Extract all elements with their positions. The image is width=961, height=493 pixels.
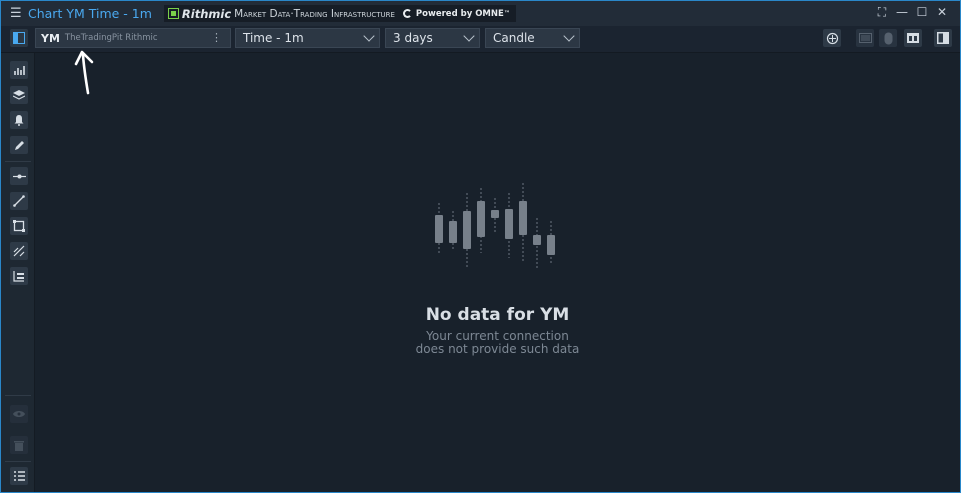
bell-icon: [14, 114, 24, 126]
brand-tagline: Market Data·Trading Infrastructure: [234, 7, 395, 20]
indicators-icon: [13, 65, 25, 75]
object-list-button[interactable]: [10, 267, 28, 285]
trend-line-tool[interactable]: [10, 192, 28, 210]
mouse-button[interactable]: [879, 29, 897, 47]
chevron-down-icon: [563, 30, 575, 42]
range-dropdown[interactable]: 3 days: [385, 28, 480, 48]
template-button[interactable]: [904, 29, 922, 47]
fullscreen-icon[interactable]: ⛶: [872, 5, 892, 20]
chart-style-value: Candle: [493, 31, 535, 45]
maximize-icon[interactable]: ☐: [912, 5, 932, 20]
close-icon[interactable]: ✕: [932, 5, 952, 20]
chart-window: ☰ Chart YM Time - 1m Rithmic Market Data…: [0, 0, 961, 493]
rectangle-icon: [13, 220, 25, 232]
keyboard-icon: [858, 33, 872, 43]
rectangle-tool[interactable]: [10, 217, 28, 235]
sidebar-divider: [5, 161, 31, 162]
handdrawn-arrow-annotation: [74, 50, 94, 95]
indicators-button[interactable]: [10, 61, 28, 79]
minimize-icon[interactable]: —: [892, 5, 912, 20]
crosshair-icon: [826, 32, 838, 44]
omne-badge: Powered by OMNE ™: [402, 8, 510, 19]
menu-list-button[interactable]: [10, 467, 28, 485]
horizontal-line-icon: [12, 174, 26, 178]
symbol-selector[interactable]: YM TheTradingPit Rithmic ⋮: [35, 28, 231, 48]
connection-name: TheTradingPit Rithmic: [64, 33, 158, 43]
omne-trademark: ™: [503, 10, 510, 17]
right-panel-icon: [937, 32, 949, 44]
right-panel-toggle-button[interactable]: [934, 29, 952, 47]
chevron-down-icon: [463, 30, 475, 42]
visibility-button[interactable]: [10, 405, 28, 423]
timeframe-dropdown[interactable]: Time - 1m: [235, 28, 380, 48]
more-options-icon[interactable]: ⋮: [211, 31, 222, 44]
toggle-sidebar-button[interactable]: [10, 29, 28, 47]
chart-style-dropdown[interactable]: Candle: [485, 28, 580, 48]
brand-name: Rithmic: [181, 6, 232, 21]
no-data-message-line2: does not provide such data: [415, 342, 580, 356]
eye-icon: [13, 411, 25, 417]
layers-button[interactable]: [10, 86, 28, 104]
pencil-icon: [14, 140, 24, 150]
horizontal-line-tool[interactable]: [10, 167, 28, 185]
chevron-down-icon: [363, 30, 375, 42]
template-icon: [907, 33, 919, 43]
rithmic-brand-banner: Rithmic Market Data·Trading Infrastructu…: [163, 5, 516, 22]
draw-button[interactable]: [10, 136, 28, 154]
fibonacci-tool[interactable]: [10, 242, 28, 260]
omne-label: Powered by OMNE: [415, 8, 504, 19]
list-icon: [13, 471, 25, 481]
left-tool-sidebar: [1, 53, 35, 492]
alerts-button[interactable]: [10, 111, 28, 129]
hamburger-menu-icon[interactable]: ☰: [10, 6, 26, 21]
timeframe-value: Time - 1m: [243, 31, 304, 45]
no-data-title: No data for YM: [425, 305, 570, 325]
trend-line-icon: [13, 195, 25, 207]
chart-toolbar: YM TheTradingPit Rithmic ⋮ Time - 1m 3 d…: [1, 26, 960, 53]
rithmic-logo-icon: [167, 8, 179, 19]
object-list-icon: [13, 271, 24, 282]
range-value: 3 days: [393, 31, 433, 45]
keyboard-button[interactable]: [856, 29, 874, 47]
no-data-message-line1: Your current connection: [426, 329, 569, 343]
empty-chart-candles-icon: [435, 183, 555, 269]
chart-area[interactable]: No data for YM Your current connection d…: [35, 53, 960, 492]
sidebar-divider: [5, 461, 31, 462]
window-controls: ⛶ — ☐ ✕: [872, 5, 952, 20]
window-title: Chart YM Time - 1m: [28, 6, 152, 21]
omne-logo-icon: [402, 9, 412, 18]
delete-button[interactable]: [10, 436, 28, 454]
crosshair-button[interactable]: [823, 29, 841, 47]
fibonacci-icon: [13, 245, 25, 257]
title-bar: ☰ Chart YM Time - 1m Rithmic Market Data…: [1, 1, 960, 26]
symbol-ticker: YM: [41, 31, 60, 45]
sidebar-divider: [5, 395, 31, 396]
mouse-icon: [884, 32, 892, 44]
layers-icon: [13, 89, 25, 100]
trash-icon: [14, 440, 24, 451]
